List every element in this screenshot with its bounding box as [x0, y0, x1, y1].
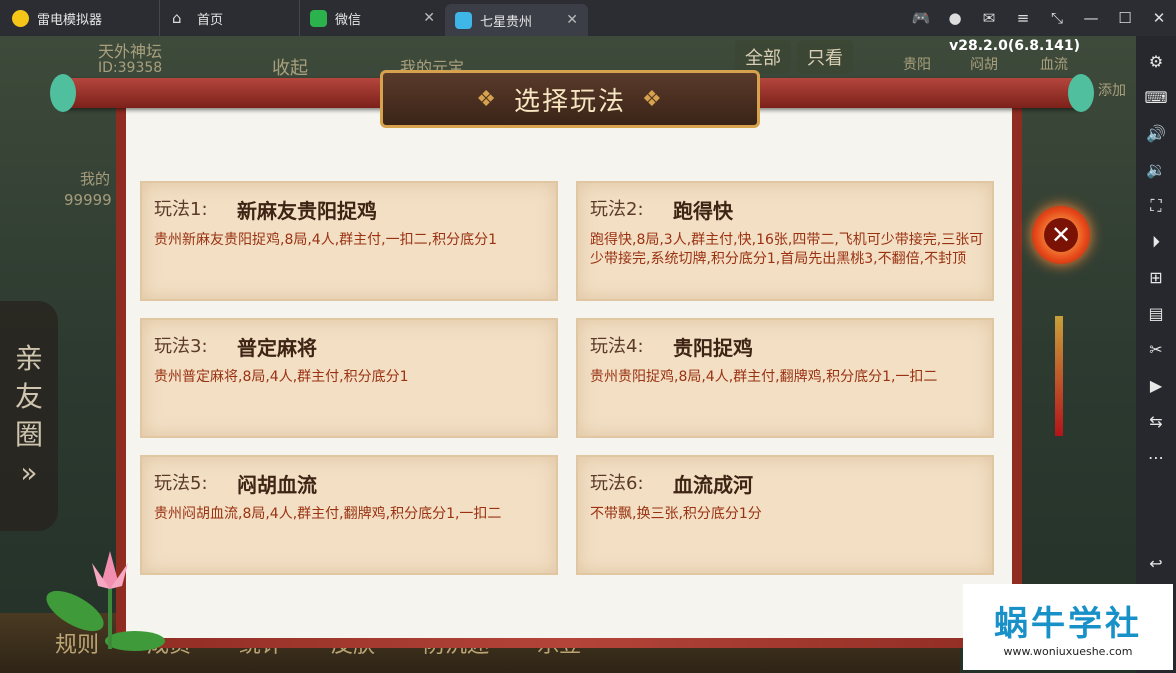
lotus-decoration-icon — [46, 551, 165, 651]
tab-game-label: 七星贵州 — [480, 14, 533, 30]
multi-instance-icon[interactable]: ⊞ — [1136, 260, 1176, 296]
mode-desc: 贵州新麻友贵阳捉鸡,8局,4人,群主付,一扣二,积分底分1 — [154, 232, 497, 248]
close-tab-icon[interactable]: ✕ — [423, 10, 435, 26]
mode-card-6[interactable]: 玩法6: 血流成河 不带飘,换三张,积分底分1分 — [576, 455, 994, 575]
game-app-icon — [455, 11, 472, 29]
side-tab-char: 友 — [14, 380, 43, 413]
maximize-icon[interactable]: ☐ — [1108, 9, 1142, 27]
settings-icon[interactable]: ⚙ — [1136, 44, 1176, 80]
player-name: 天外神坛 — [98, 42, 163, 61]
app-name: 雷电模拟器 — [37, 12, 103, 28]
home-icon: ⌂ — [172, 8, 182, 27]
emulator-logo-icon — [12, 9, 29, 27]
lantern-tassel — [1055, 316, 1063, 436]
mode-desc: 贵州普定麻将,8局,4人,群主付,积分底分1 — [154, 369, 409, 385]
friends-circle-tab[interactable]: 亲 友 圈 » — [0, 301, 58, 531]
scissors-icon[interactable]: ✂ — [1136, 332, 1176, 368]
add-button[interactable]: 添加 — [1098, 80, 1126, 100]
filter-buttons: 全部 只看 — [735, 40, 853, 74]
more-icon[interactable]: ⋯ — [1136, 440, 1176, 476]
side-tab-char: 圈 — [14, 418, 43, 451]
filter-all-button[interactable]: 全部 — [735, 40, 791, 74]
tab-home[interactable]: ⌂ 首页 — [160, 0, 300, 36]
mode-index: 玩法3: — [154, 336, 208, 357]
gamepad-icon[interactable]: 🎮 — [904, 9, 938, 27]
mode-index: 玩法1: — [154, 199, 208, 220]
mode-card-5[interactable]: 玩法5: 闷胡血流 贵州闷胡血流,8局,4人,群主付,翻牌鸡,积分底分1,一扣二 — [140, 455, 558, 575]
side-tab-char: 亲 — [14, 342, 43, 375]
mode-name: 贵阳捉鸡 — [673, 336, 753, 360]
mode-name: 跑得快 — [673, 199, 733, 223]
minimize-icon[interactable]: — — [1074, 9, 1108, 27]
close-icon[interactable]: ✕ — [1142, 9, 1176, 27]
emulator-titlebar: 雷电模拟器 ⌂ 首页 微信 ✕ 七星贵州 ✕ 🎮 ● ✉ ≡ ⤡ — ☐ ✕ — [0, 0, 1176, 36]
mode-name: 血流成河 — [673, 473, 753, 497]
ornament-icon: ❖ — [476, 86, 498, 112]
volume-up-icon[interactable]: 🔊 — [1136, 116, 1176, 152]
dialog-body: 玩法1: 新麻友贵阳捉鸡 贵州新麻友贵阳捉鸡,8局,4人,群主付,一扣二,积分底… — [126, 106, 1012, 638]
menu-icon[interactable]: ≡ — [1006, 9, 1040, 27]
mode-desc: 贵州闷胡血流,8局,4人,群主付,翻牌鸡,积分底分1,一扣二 — [154, 506, 502, 522]
mode-name: 闷胡血流 — [237, 473, 317, 497]
wechat-icon — [310, 9, 327, 27]
game-screen: 天外神坛 ID:39358 收起 我的元宝 全部 只看 贵阳 闷胡 血流 添加 … — [0, 36, 1136, 673]
tab-wechat-label: 微信 — [335, 12, 362, 28]
mode-name: 新麻友贵阳捉鸡 — [237, 199, 377, 223]
mail-icon[interactable]: ✉ — [972, 9, 1006, 27]
video-icon[interactable]: ▶ — [1136, 368, 1176, 404]
emulator-right-toolbar: ⚙ ⌨ 🔊 🔉 ⛶ ⏵ ⊞ ▤ ✂ ▶ ⇆ ⋯ ↩ — [1136, 36, 1176, 673]
account-icon[interactable]: ● — [938, 9, 972, 27]
mode-desc: 贵州贵阳捉鸡,8局,4人,群主付,翻牌鸡,积分底分1,一扣二 — [590, 369, 938, 385]
mode-index: 玩法5: — [154, 473, 208, 494]
mode-card-3[interactable]: 玩法3: 普定麻将 贵州普定麻将,8局,4人,群主付,积分底分1 — [140, 318, 558, 438]
filter-tab-xueliu[interactable]: 血流 — [1040, 54, 1068, 74]
shrink-icon[interactable]: ⤡ — [1040, 9, 1074, 27]
screenshot-icon[interactable]: ⛶ — [1136, 188, 1176, 224]
mode-index: 玩法4: — [590, 336, 644, 357]
close-dialog-button[interactable]: ✕ — [1032, 206, 1090, 264]
window-controls: 🎮 ● ✉ ≡ ⤡ — ☐ ✕ — [904, 0, 1176, 36]
filter-tab-menhu[interactable]: 闷胡 — [970, 54, 998, 74]
mode-index: 玩法6: — [590, 473, 644, 494]
keyboard-icon[interactable]: ⌨ — [1136, 80, 1176, 116]
collapse-button[interactable]: 收起 — [272, 54, 308, 80]
mode-name: 普定麻将 — [237, 336, 317, 360]
back-icon[interactable]: ↩ — [1136, 546, 1176, 582]
version-label: v28.2.0(6.8.141) — [949, 38, 1080, 54]
select-mode-dialog: 玩法1: 新麻友贵阳捉鸡 贵州新麻友贵阳捉鸡,8局,4人,群主付,一扣二,积分底… — [116, 96, 1022, 648]
mode-card-2[interactable]: 玩法2: 跑得快 跑得快,8局,3人,群主付,快,16张,四带二,飞机可少带接完… — [576, 181, 994, 301]
close-icon: ✕ — [1044, 218, 1078, 252]
mode-card-1[interactable]: 玩法1: 新麻友贵阳捉鸡 贵州新麻友贵阳捉鸡,8局,4人,群主付,一扣二,积分底… — [140, 181, 558, 301]
close-tab-icon[interactable]: ✕ — [566, 12, 578, 28]
app-logo-tab[interactable]: 雷电模拟器 — [0, 0, 160, 36]
tab-home-label: 首页 — [197, 12, 224, 28]
apk-install-icon[interactable]: ▤ — [1136, 296, 1176, 332]
mode-card-4[interactable]: 玩法4: 贵阳捉鸡 贵州贵阳捉鸡,8局,4人,群主付,翻牌鸡,积分底分1,一扣二 — [576, 318, 994, 438]
sync-icon[interactable]: ⇆ — [1136, 404, 1176, 440]
tab-wechat[interactable]: 微信 ✕ — [300, 0, 445, 36]
dialog-title-plate: ❖ 选择玩法 ❖ — [380, 70, 760, 128]
watermark-url: www.woniuxueshe.com — [1003, 645, 1133, 658]
record-icon[interactable]: ⏵ — [1136, 224, 1176, 260]
tab-game[interactable]: 七星贵州 ✕ — [445, 4, 588, 36]
filter-only-button[interactable]: 只看 — [797, 40, 853, 74]
mode-desc: 跑得快,8局,3人,群主付,快,16张,四带二,飞机可少带接完,三张可少带接完,… — [590, 232, 984, 267]
mode-desc: 不带飘,换三张,积分底分1分 — [590, 506, 762, 522]
player-id: ID:39358 — [98, 60, 163, 76]
dialog-title: 选择玩法 — [513, 86, 626, 117]
volume-down-icon[interactable]: 🔉 — [1136, 152, 1176, 188]
ornament-icon: ❖ — [642, 86, 664, 112]
filter-tab-guiyang[interactable]: 贵阳 — [903, 54, 931, 74]
coins-value: 99999 — [64, 191, 112, 209]
expand-icon: » — [20, 456, 38, 489]
my-label: 我的 — [80, 170, 111, 188]
watermark: 蜗牛学社 www.woniuxueshe.com — [963, 584, 1173, 670]
watermark-title: 蜗牛学社 — [994, 604, 1142, 644]
mode-index: 玩法2: — [590, 199, 644, 220]
